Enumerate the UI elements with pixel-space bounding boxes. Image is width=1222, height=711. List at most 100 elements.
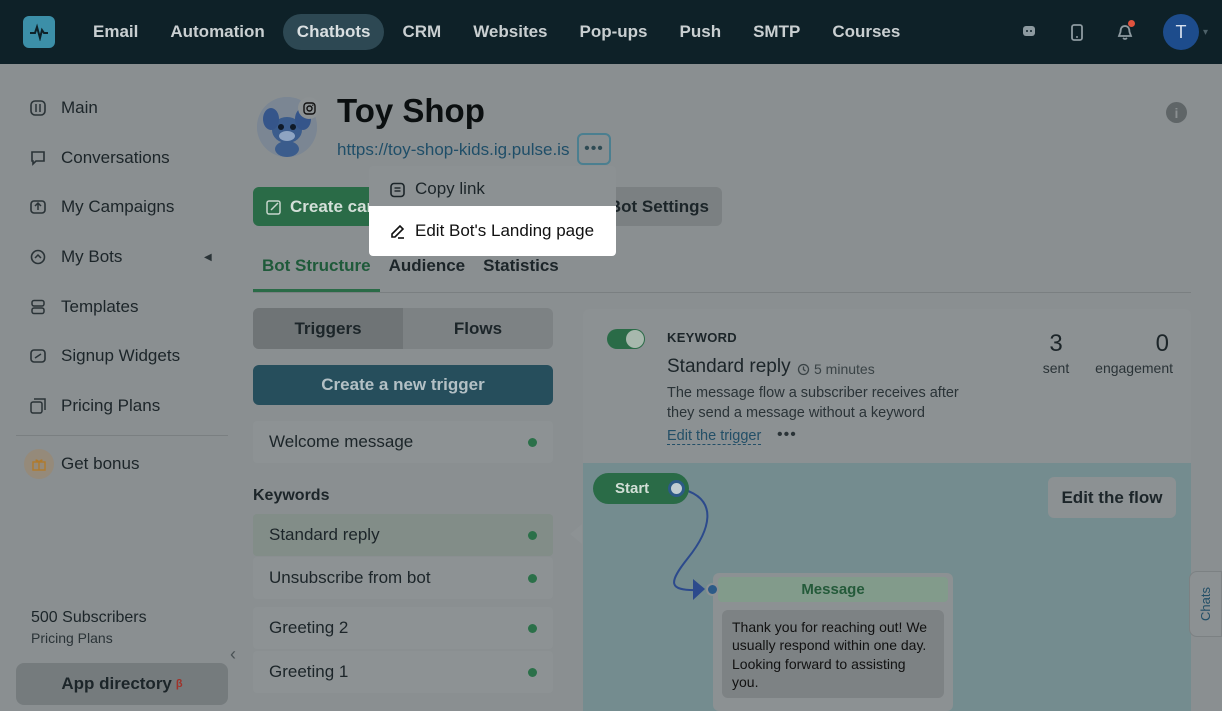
trigger-more-icon[interactable]: •••: [777, 426, 797, 444]
edit-note-icon: [266, 199, 282, 215]
info-icon[interactable]: i: [1166, 102, 1187, 123]
create-campaign-label: Create campaign: [290, 196, 375, 216]
pen-icon: [389, 223, 406, 240]
menu-item-edit-landing-page[interactable]: Edit Bot's Landing page: [369, 206, 616, 256]
pricing-icon: [30, 398, 46, 414]
sidebar-item-main[interactable]: Main: [30, 96, 98, 120]
bot-settings-button[interactable]: Bot Settings: [600, 187, 722, 226]
history-icon: [797, 363, 810, 376]
sidebar-item-label: My Bots: [61, 247, 123, 266]
gauge-icon: [30, 100, 46, 116]
trigger-item-standard-reply[interactable]: Standard reply: [253, 514, 553, 556]
sidebar-item-label: Templates: [61, 297, 139, 316]
gift-icon: [24, 449, 54, 479]
nav-crm[interactable]: CRM: [388, 14, 455, 50]
status-dot: [528, 437, 537, 447]
sidebar-item-label: Signup Widgets: [61, 346, 181, 365]
sidebar-item-conversations[interactable]: Conversations: [30, 146, 170, 170]
keywords-heading: Keywords: [253, 487, 330, 504]
edit-trigger-link[interactable]: Edit the trigger: [667, 428, 762, 445]
trigger-label: Unsubscribe from bot: [269, 568, 431, 587]
user-avatar[interactable]: T: [1162, 14, 1199, 50]
status-dot: [528, 530, 537, 540]
bot-settings-label: Bot Settings: [608, 196, 709, 216]
create-trigger-button[interactable]: Create a new trigger: [253, 365, 553, 405]
nav-courses[interactable]: Courses: [818, 14, 914, 50]
triggers-flows-toggle: Triggers Flows: [253, 308, 553, 349]
selection-pointer: [570, 524, 582, 544]
engagement-value: 0: [1155, 330, 1169, 357]
top-nav-bar: Email Automation Chatbots CRM Websites P…: [0, 0, 1222, 64]
sent-label: sent: [1042, 360, 1070, 376]
trigger-label: Greeting 1: [269, 662, 349, 681]
more-options-button[interactable]: •••: [577, 133, 611, 165]
flow-start-node[interactable]: Start: [593, 473, 689, 504]
trigger-item-greeting-1[interactable]: Greeting 1: [253, 651, 553, 693]
menu-item-copy-link[interactable]: Copy link: [375, 172, 609, 206]
get-bonus-link[interactable]: Get bonus: [24, 449, 139, 479]
nav-popups[interactable]: Pop-ups: [566, 14, 662, 50]
chats-label: Chats: [1198, 587, 1213, 621]
nav-push[interactable]: Push: [666, 14, 736, 50]
nav-chatbots[interactable]: Chatbots: [282, 14, 385, 50]
engagement-label: engagement: [1095, 360, 1173, 376]
trigger-description: The message flow a subscriber receives a…: [667, 385, 959, 421]
trigger-time-value: 5 minutes: [814, 361, 875, 377]
mobile-icon[interactable]: [1053, 14, 1101, 50]
sidebar-item-label: My Campaigns: [61, 197, 175, 216]
bell-icon[interactable]: [1101, 14, 1149, 50]
sidebar-item-pricing-plans[interactable]: Pricing Plans: [30, 394, 160, 418]
get-bonus-label: Get bonus: [61, 454, 140, 473]
chevron-down-icon[interactable]: ▾: [1203, 27, 1208, 38]
notification-dot: [1127, 20, 1135, 27]
tab-audience[interactable]: Audience: [380, 251, 475, 292]
edit-flow-button[interactable]: Edit the flow: [1048, 477, 1176, 518]
trigger-time: 5 minutes: [797, 361, 875, 377]
bot-chat-icon[interactable]: [1005, 14, 1053, 50]
chats-side-tab[interactable]: Chats: [1189, 571, 1222, 637]
create-campaign-button[interactable]: Create campaign: [253, 187, 375, 226]
sidebar-item-label: Conversations: [61, 148, 170, 167]
bot-url-link[interactable]: https://toy-shop-kids.ig.pulse.is: [337, 140, 569, 160]
message-input-port[interactable]: [706, 583, 719, 596]
sidebar-item-signup-widgets[interactable]: Signup Widgets: [30, 344, 180, 368]
trigger-item-welcome[interactable]: Welcome message: [253, 421, 553, 463]
bot-icon: [30, 249, 46, 265]
menu-label: Edit Bot's Landing page: [415, 221, 595, 240]
trigger-label: Welcome message: [269, 432, 414, 451]
start-label: Start: [615, 480, 650, 497]
trigger-toggle[interactable]: [607, 329, 645, 349]
stat-sent: 3 sent: [1036, 330, 1076, 376]
nav-email[interactable]: Email: [79, 14, 152, 50]
status-dot: [528, 667, 537, 677]
stat-engagement: 0 engagement: [1091, 330, 1173, 376]
sidebar-item-campaigns[interactable]: My Campaigns: [30, 195, 174, 219]
sidebar-item-my-bots[interactable]: My Bots ◀: [30, 245, 212, 269]
nav-automation[interactable]: Automation: [156, 14, 278, 50]
nav-websites[interactable]: Websites: [459, 14, 561, 50]
segment-triggers[interactable]: Triggers: [253, 308, 403, 349]
trigger-item-greeting-2[interactable]: Greeting 2: [253, 607, 553, 649]
caret-left-icon[interactable]: ◀: [204, 252, 212, 263]
sidebar-item-templates[interactable]: Templates: [30, 295, 138, 319]
clipboard-icon: [389, 181, 406, 198]
bot-tabs: Bot Structure Audience Statistics: [253, 251, 568, 292]
app-logo-icon[interactable]: [23, 16, 55, 48]
bot-name: Toy Shop: [337, 92, 485, 129]
sidebar-item-label: Main: [61, 98, 98, 117]
tab-statistics[interactable]: Statistics: [474, 251, 568, 292]
segment-flows[interactable]: Flows: [403, 308, 553, 349]
app-directory-button[interactable]: App directory β: [16, 663, 228, 705]
nav-smtp[interactable]: SMTP: [739, 14, 814, 50]
start-port[interactable]: [668, 480, 685, 497]
trigger-item-unsubscribe[interactable]: Unsubscribe from bot: [253, 557, 553, 599]
message-node-title: Message: [718, 577, 948, 602]
status-dot: [528, 623, 537, 633]
collapse-sidebar-icon[interactable]: ‹: [230, 644, 236, 665]
tab-bot-structure[interactable]: Bot Structure: [253, 251, 380, 292]
pricing-plans-link[interactable]: Pricing Plans: [31, 630, 113, 646]
trigger-label: Greeting 2: [269, 618, 349, 637]
chat-icon: [30, 150, 46, 166]
beta-badge: β: [175, 678, 183, 690]
sent-value: 3: [1049, 330, 1063, 357]
